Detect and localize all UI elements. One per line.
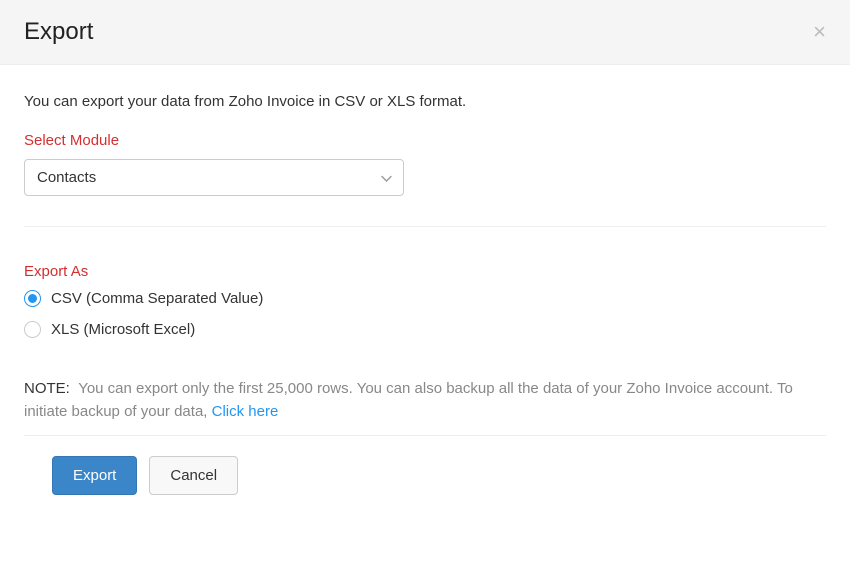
page-title: Export xyxy=(24,18,93,46)
intro-text: You can export your data from Zoho Invoi… xyxy=(24,93,826,110)
module-select-value: Contacts xyxy=(37,169,96,186)
radio-label: XLS (Microsoft Excel) xyxy=(51,321,195,338)
note-body: You can export only the first 25,000 row… xyxy=(24,380,793,420)
footer-divider xyxy=(24,435,826,436)
close-button[interactable]: × xyxy=(813,21,826,43)
close-icon: × xyxy=(813,19,826,44)
radio-csv[interactable]: CSV (Comma Separated Value) xyxy=(24,290,826,307)
radio-icon xyxy=(24,321,41,338)
note-text: NOTE: You can export only the first 25,0… xyxy=(24,378,826,423)
divider xyxy=(24,226,826,227)
module-select-wrapper: Contacts xyxy=(24,159,404,196)
radio-xls[interactable]: XLS (Microsoft Excel) xyxy=(24,321,826,338)
note-prefix: NOTE: xyxy=(24,380,70,397)
radio-icon xyxy=(24,290,41,307)
select-module-label: Select Module xyxy=(24,132,826,149)
modal-header: Export × xyxy=(0,0,850,65)
cancel-button[interactable]: Cancel xyxy=(149,456,238,495)
modal-body: You can export your data from Zoho Invoi… xyxy=(0,65,850,515)
export-as-radio-group: CSV (Comma Separated Value) XLS (Microso… xyxy=(24,290,826,338)
backup-link[interactable]: Click here xyxy=(212,403,279,420)
module-select[interactable]: Contacts xyxy=(24,159,404,196)
button-row: Export Cancel xyxy=(24,456,826,495)
radio-label: CSV (Comma Separated Value) xyxy=(51,290,263,307)
export-button[interactable]: Export xyxy=(52,456,137,495)
export-as-label: Export As xyxy=(24,263,826,280)
